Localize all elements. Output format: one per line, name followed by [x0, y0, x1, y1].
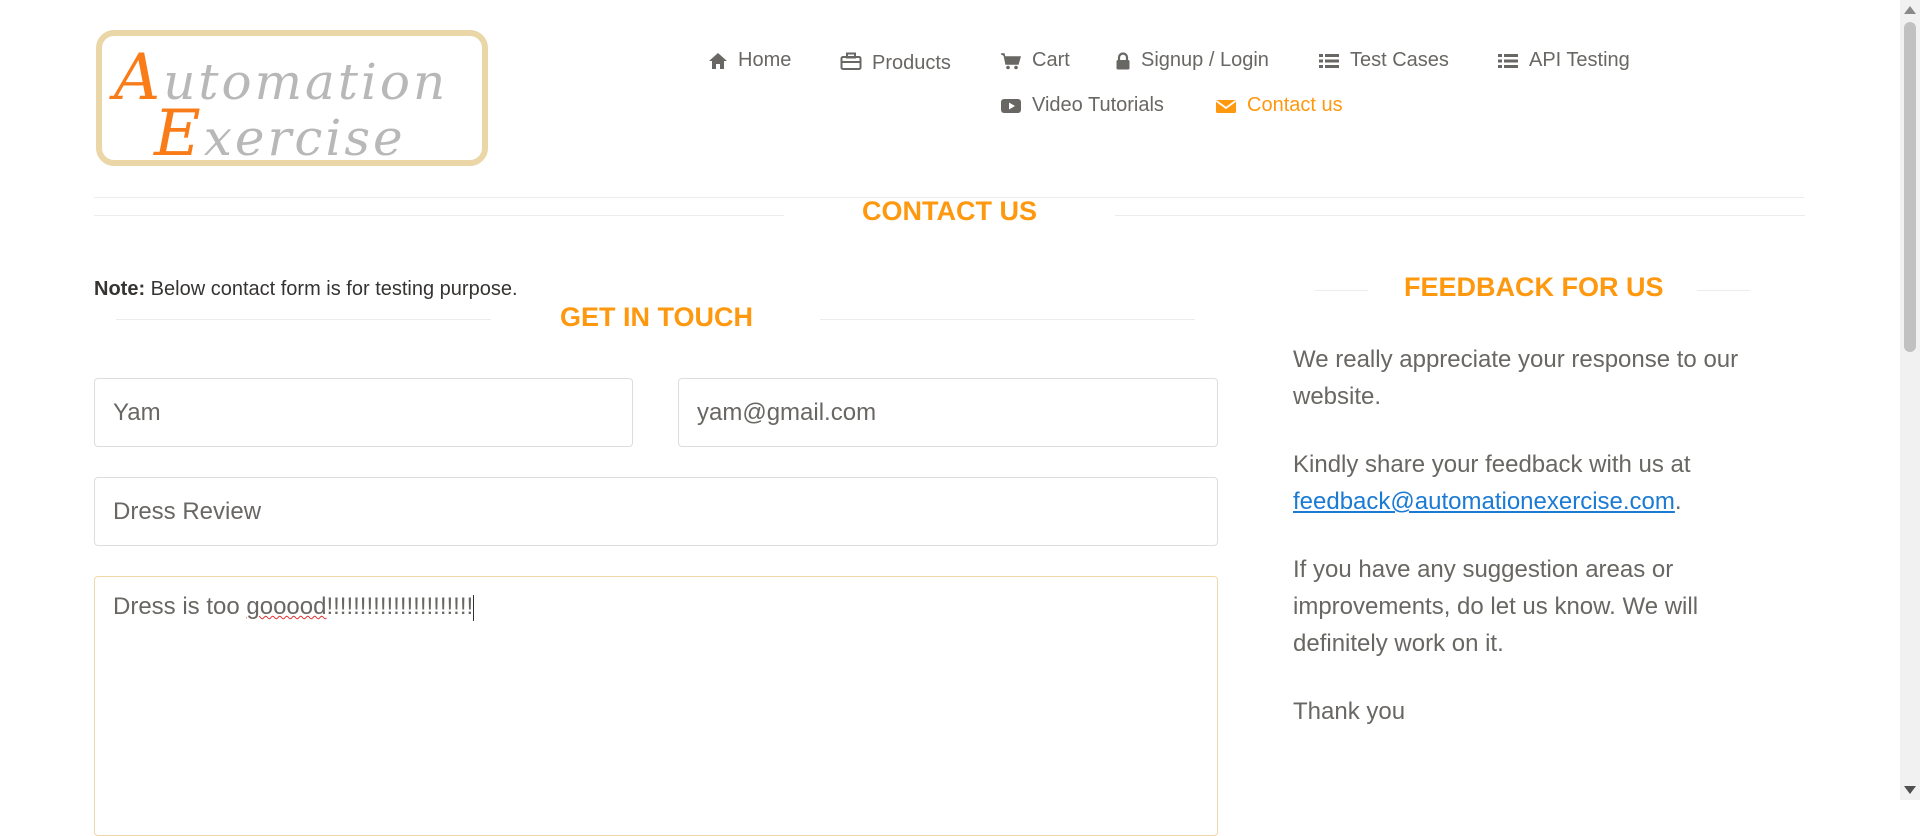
cart-icon — [1000, 52, 1022, 70]
lock-icon — [1115, 51, 1131, 70]
title-line-left — [94, 215, 784, 216]
note-label: Note: — [94, 278, 146, 300]
nav-cart-label: Cart — [1032, 49, 1070, 71]
get-in-touch-line-right — [820, 319, 1195, 320]
scroll-down-arrow-icon[interactable] — [1904, 786, 1916, 794]
nav-cart[interactable]: Cart — [1000, 49, 1070, 72]
message-text-start: Dress is too — [113, 593, 247, 620]
nav-test-cases-label: Test Cases — [1350, 49, 1449, 71]
feedback-paragraph-3: If you have any suggestion areas or impr… — [1293, 556, 1699, 657]
feedback-paragraph-4: Thank you — [1293, 698, 1406, 725]
nav-contact-us-label: Contact us — [1247, 94, 1343, 116]
scroll-up-arrow-icon[interactable] — [1904, 6, 1916, 14]
page-scrollbar[interactable] — [1900, 0, 1920, 800]
nav-products-label: Products — [872, 52, 951, 74]
email-input[interactable] — [678, 378, 1218, 447]
nav-video-tutorials-label: Video Tutorials — [1032, 94, 1164, 116]
nav-api-testing-label: API Testing — [1529, 49, 1630, 71]
envelope-icon — [1215, 97, 1237, 115]
nav-api-testing[interactable]: API Testing — [1497, 49, 1630, 72]
feedback-p2-text: Kindly share your feedback with us at — [1293, 451, 1691, 478]
nav-home-label: Home — [738, 49, 792, 71]
nav-home[interactable]: Home — [708, 49, 791, 72]
briefcase-icon — [840, 52, 862, 70]
nav-video-tutorials[interactable]: Video Tutorials — [1000, 94, 1164, 117]
get-in-touch-title: GET IN TOUCH — [560, 302, 754, 332]
feedback-line-right — [1697, 290, 1750, 291]
logo-text-2: xercise — [203, 109, 406, 166]
nav-contact-us[interactable]: Contact us — [1215, 94, 1343, 117]
title-line-right — [1115, 215, 1805, 216]
feedback-paragraph-2: Kindly share your feedback with us at fe… — [1293, 446, 1753, 520]
feedback-paragraph-1: We really appreciate your response to ou… — [1293, 346, 1739, 410]
note-text: Below contact form is for testing purpos… — [145, 278, 518, 300]
feedback-title: FEEDBACK FOR US — [1404, 272, 1664, 302]
form-note: Note: Below contact form is for testing … — [94, 278, 518, 301]
feedback-line-left — [1315, 290, 1368, 291]
feedback-p2-end: . — [1674, 488, 1682, 515]
nav-test-cases[interactable]: Test Cases — [1318, 49, 1449, 72]
nav-products[interactable]: Products — [840, 49, 951, 74]
name-input[interactable] — [94, 378, 633, 447]
scroll-thumb[interactable] — [1904, 22, 1916, 352]
list-icon — [1497, 52, 1519, 70]
message-misspelled-word: gooood — [246, 593, 327, 620]
nav-signup-login[interactable]: Signup / Login — [1115, 49, 1269, 72]
site-logo[interactable]: Automation Exercise — [96, 30, 488, 166]
list-icon — [1318, 52, 1340, 70]
page-title: CONTACT US — [862, 196, 1037, 226]
get-in-touch-line-left — [116, 319, 491, 320]
nav-signup-login-label: Signup / Login — [1141, 49, 1269, 71]
logo-line-2: Exercise — [154, 102, 406, 166]
subject-input[interactable] — [94, 477, 1218, 546]
logo-cap-e: E — [154, 97, 204, 166]
feedback-email-link[interactable]: feedback@automationexercise.com — [1293, 488, 1675, 515]
message-text-end: !!!!!!!!!!!!!!!!!!!!!! — [326, 593, 474, 620]
youtube-play-icon — [1000, 97, 1022, 115]
text-cursor — [473, 594, 475, 621]
message-textarea[interactable]: Dress is too gooood!!!!!!!!!!!!!!!!!!!!!… — [94, 576, 1218, 836]
home-icon — [708, 52, 728, 70]
